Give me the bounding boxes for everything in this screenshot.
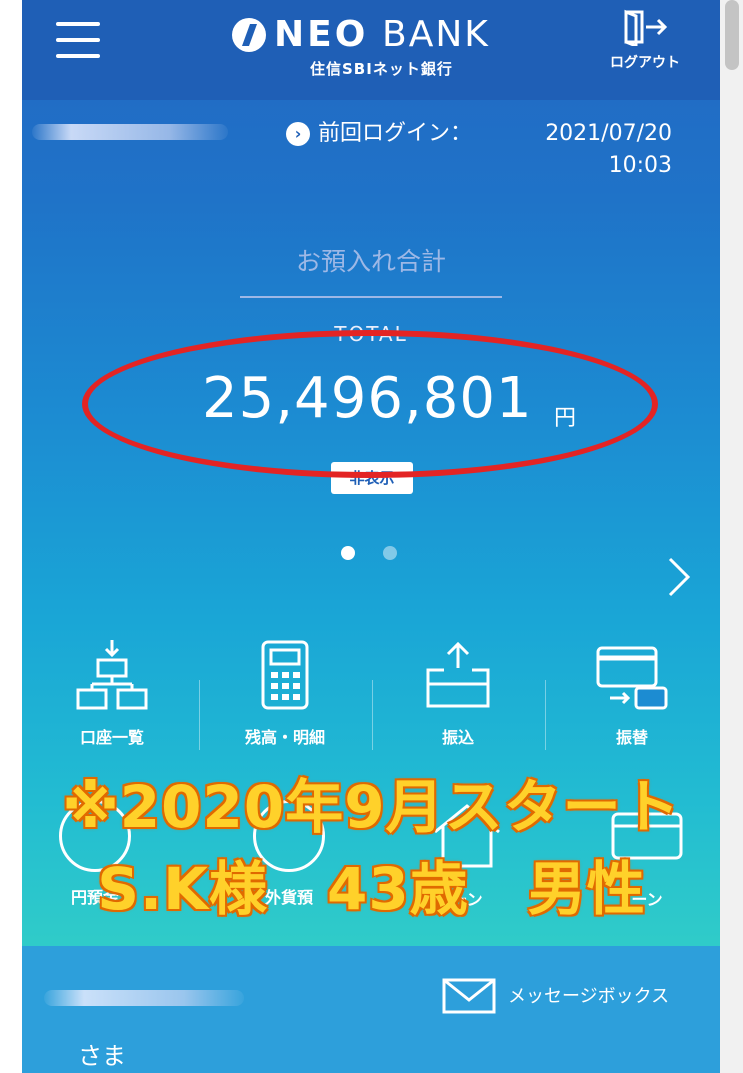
- neobank-mark-icon: [232, 18, 266, 52]
- overlay-caption-line1: ※2020年9月スタート: [61, 772, 681, 842]
- menu-label: 残高・明細: [244, 728, 325, 747]
- divider: [545, 680, 546, 750]
- envelope-icon: [442, 978, 496, 1014]
- user-honorific: さま: [78, 1042, 126, 1070]
- logo-subtitle: 住信SBIネット銀行: [310, 60, 453, 78]
- transfer-icon: [426, 641, 490, 708]
- calculator-icon: [261, 640, 309, 710]
- logout-label: ログアウト: [610, 55, 680, 71]
- highlight-ellipse: [82, 330, 658, 478]
- menu-label: 振込: [441, 728, 474, 747]
- last-login-date: 2021/07/20: [545, 121, 672, 146]
- top-header: NEO BANK 住信SBIネット銀行 ログアウト: [22, 0, 720, 100]
- divider: [372, 680, 373, 750]
- neobank-logo: NEO BANK 住信SBIネット銀行: [222, 14, 522, 84]
- account-list-icon: [76, 640, 148, 710]
- logo-bank-text: BANK: [382, 14, 490, 55]
- deposit-total-label: お預入れ合計: [295, 247, 446, 276]
- overlay-caption-line2: S.K様 43歳 男性: [96, 854, 646, 924]
- carousel-dot-active[interactable]: [341, 546, 355, 560]
- menu-label: 振替: [615, 728, 648, 747]
- last-login-time: 10:03: [608, 153, 672, 178]
- logo-neo-text: NEO: [274, 14, 369, 55]
- menu-account-transfer[interactable]: 振替: [562, 640, 702, 760]
- last-login-label: 前回ログイン：: [318, 121, 473, 146]
- menu-balance-statement[interactable]: 残高・明細: [215, 640, 355, 760]
- chevron-right-icon[interactable]: [666, 555, 692, 599]
- card-transfer-icon: [596, 646, 668, 710]
- carousel-dot[interactable]: [383, 546, 397, 560]
- logout-door-icon: [624, 9, 668, 46]
- account-name-redacted: [32, 124, 228, 140]
- hamburger-icon[interactable]: [56, 20, 100, 60]
- message-box-label: メッセージボックス: [508, 986, 670, 1007]
- user-name-redacted: [44, 990, 244, 1006]
- chevron-right-icon: ›: [286, 122, 310, 146]
- logout-button[interactable]: ログアウト: [590, 8, 700, 84]
- menu-transfer[interactable]: 振込: [388, 640, 528, 760]
- divider: [240, 296, 502, 298]
- menu-label: 口座一覧: [79, 728, 144, 747]
- menu-account-list[interactable]: 口座一覧: [42, 640, 182, 760]
- scrollbar-thumb[interactable]: [725, 0, 739, 70]
- divider: [199, 680, 200, 750]
